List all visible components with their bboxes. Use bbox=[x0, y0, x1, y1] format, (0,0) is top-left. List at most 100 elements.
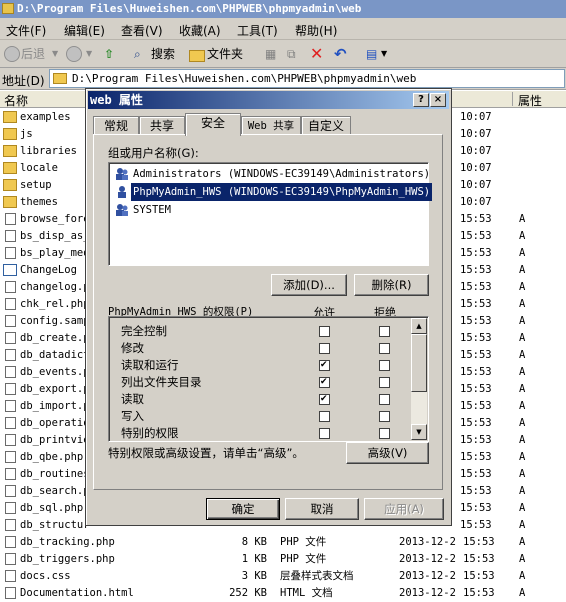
ok-button[interactable]: 确定 bbox=[206, 498, 280, 520]
file-time: 15:53 bbox=[463, 536, 495, 548]
group-name: SYSTEM bbox=[133, 204, 171, 216]
file-time: 15:53 bbox=[460, 298, 492, 310]
file-name: db_export.p bbox=[20, 383, 90, 395]
apply-button[interactable]: 应用(A) bbox=[364, 498, 444, 520]
deny-checkbox[interactable] bbox=[379, 326, 390, 337]
column-name[interactable]: 名称 bbox=[4, 92, 28, 109]
deny-checkbox[interactable] bbox=[379, 377, 390, 388]
deny-checkbox[interactable] bbox=[379, 343, 390, 354]
file-icon bbox=[5, 553, 16, 565]
allow-checkbox[interactable] bbox=[319, 360, 330, 371]
delete-icon[interactable]: ✕ bbox=[310, 44, 323, 64]
add-button[interactable]: 添加(D)... bbox=[271, 274, 347, 296]
file-row[interactable]: Documentation.html 252 KB HTML 文档 2013-12-2… bbox=[0, 585, 566, 602]
cancel-button[interactable]: 取消 bbox=[285, 498, 359, 520]
file-attr: A bbox=[519, 230, 526, 242]
tab-custom[interactable]: 自定义 bbox=[301, 116, 351, 135]
menu-favorites[interactable]: 收藏(A) bbox=[179, 22, 221, 39]
file-name: db_printvie bbox=[20, 434, 90, 446]
file-attr: A bbox=[519, 383, 526, 395]
group-item-system[interactable]: SYSTEM bbox=[114, 201, 424, 219]
scroll-up-icon[interactable]: ▲ bbox=[411, 318, 427, 334]
file-icon bbox=[5, 400, 16, 412]
views-icon[interactable]: ▤ bbox=[366, 44, 377, 64]
permission-row: 完全控制 bbox=[121, 323, 411, 340]
file-time: 15:53 bbox=[460, 383, 492, 395]
file-time: 15:53 bbox=[460, 417, 492, 429]
forward-dropdown-icon[interactable]: ▼ bbox=[86, 44, 92, 64]
file-date: 2013-12-2 bbox=[399, 536, 456, 548]
allow-checkbox[interactable] bbox=[319, 394, 330, 405]
deny-checkbox[interactable] bbox=[379, 394, 390, 405]
folder-icon bbox=[3, 111, 17, 123]
file-icon bbox=[5, 332, 16, 344]
file-attr: A bbox=[519, 485, 526, 497]
deny-checkbox[interactable] bbox=[379, 411, 390, 422]
file-attr: A bbox=[519, 587, 526, 599]
file-time: 15:53 bbox=[460, 281, 492, 293]
tab-web-sharing[interactable]: Web 共享 bbox=[241, 116, 301, 135]
remove-button[interactable]: 删除(R) bbox=[354, 274, 429, 296]
file-attr: A bbox=[519, 400, 526, 412]
file-row[interactable]: docs.css 3 KB 层叠样式表文档 2013-12-2 15:53 A bbox=[0, 568, 566, 585]
undo-icon[interactable]: ↶ bbox=[334, 44, 347, 64]
group-item-administrators[interactable]: Administrators (WINDOWS-EC39149\Administ… bbox=[114, 165, 430, 183]
file-type: PHP 文件 bbox=[280, 536, 327, 548]
file-icon bbox=[3, 264, 17, 276]
allow-checkbox[interactable] bbox=[319, 343, 330, 354]
close-button[interactable]: × bbox=[430, 93, 446, 107]
file-row[interactable]: db_triggers.php 1 KB PHP 文件 2013-12-2 15:53 A bbox=[0, 551, 566, 568]
file-time: 15:53 bbox=[463, 587, 495, 599]
allow-checkbox[interactable] bbox=[319, 411, 330, 422]
copy-to-icon[interactable]: ⧉ bbox=[287, 44, 296, 64]
file-name: ChangeLog bbox=[20, 264, 77, 276]
search-button[interactable]: 搜索 bbox=[151, 44, 175, 64]
file-time: 15:53 bbox=[460, 468, 492, 480]
tab-sharing[interactable]: 共享 bbox=[139, 116, 185, 135]
scroll-down-icon[interactable]: ▼ bbox=[411, 424, 427, 440]
menu-tools[interactable]: 工具(T) bbox=[237, 22, 278, 39]
menu-view[interactable]: 查看(V) bbox=[121, 22, 163, 39]
deny-checkbox[interactable] bbox=[379, 360, 390, 371]
file-type: HTML 文档 bbox=[280, 587, 333, 599]
file-time: 15:53 bbox=[460, 230, 492, 242]
file-row[interactable]: db_tracking.php 8 KB PHP 文件 2013-12-2 15:53 A bbox=[0, 534, 566, 551]
permission-row: 修改 bbox=[121, 340, 411, 357]
address-input[interactable]: D:\Program Files\Huweishen.com\PHPWEB\ph… bbox=[49, 69, 565, 88]
file-attr: A bbox=[519, 536, 526, 548]
forward-arrow-icon[interactable] bbox=[66, 46, 82, 62]
advanced-button[interactable]: 高级(V) bbox=[346, 442, 429, 464]
group-item-phpmyadmin-hws[interactable]: PhpMyAdmin_HWS (WINDOWS-EC39149\PhpMyAdm… bbox=[114, 183, 433, 201]
menu-edit[interactable]: 编辑(E) bbox=[64, 22, 105, 39]
column-attributes[interactable]: 属性 bbox=[518, 92, 542, 109]
back-button[interactable]: 后退 bbox=[21, 44, 45, 64]
permission-row: 列出文件夹目录 bbox=[121, 374, 411, 391]
folders-button[interactable]: 文件夹 bbox=[207, 44, 243, 64]
allow-checkbox[interactable] bbox=[319, 377, 330, 388]
file-icon bbox=[5, 213, 16, 225]
file-name: examples bbox=[20, 111, 71, 123]
move-to-icon[interactable]: ▦ bbox=[265, 44, 276, 64]
file-name: db_triggers.php bbox=[20, 553, 115, 565]
menu-help[interactable]: 帮助(H) bbox=[295, 22, 337, 39]
file-attr: A bbox=[519, 264, 526, 276]
scroll-thumb[interactable] bbox=[411, 334, 427, 392]
deny-checkbox[interactable] bbox=[379, 428, 390, 439]
allow-checkbox[interactable] bbox=[319, 326, 330, 337]
file-name: db_tracking.php bbox=[20, 536, 115, 548]
permissions-scrollbar[interactable]: ▲ ▼ bbox=[411, 318, 427, 440]
folder-icon bbox=[53, 73, 67, 84]
file-icon bbox=[5, 451, 16, 463]
views-dropdown-icon[interactable]: ▼ bbox=[381, 44, 387, 64]
tab-general[interactable]: 常规 bbox=[93, 116, 139, 135]
file-name: libraries bbox=[20, 145, 77, 157]
help-button[interactable]: ? bbox=[413, 93, 429, 107]
up-folder-icon[interactable]: ⇧ bbox=[104, 44, 114, 64]
address-value: D:\Program Files\Huweishen.com\PHPWEB\ph… bbox=[72, 72, 417, 85]
allow-checkbox[interactable] bbox=[319, 428, 330, 439]
tab-security[interactable]: 安全 bbox=[185, 113, 241, 136]
file-icon bbox=[5, 230, 16, 242]
back-dropdown-icon[interactable]: ▼ bbox=[52, 44, 58, 64]
menu-file[interactable]: 文件(F) bbox=[6, 22, 46, 39]
file-time: 15:53 bbox=[460, 519, 492, 531]
